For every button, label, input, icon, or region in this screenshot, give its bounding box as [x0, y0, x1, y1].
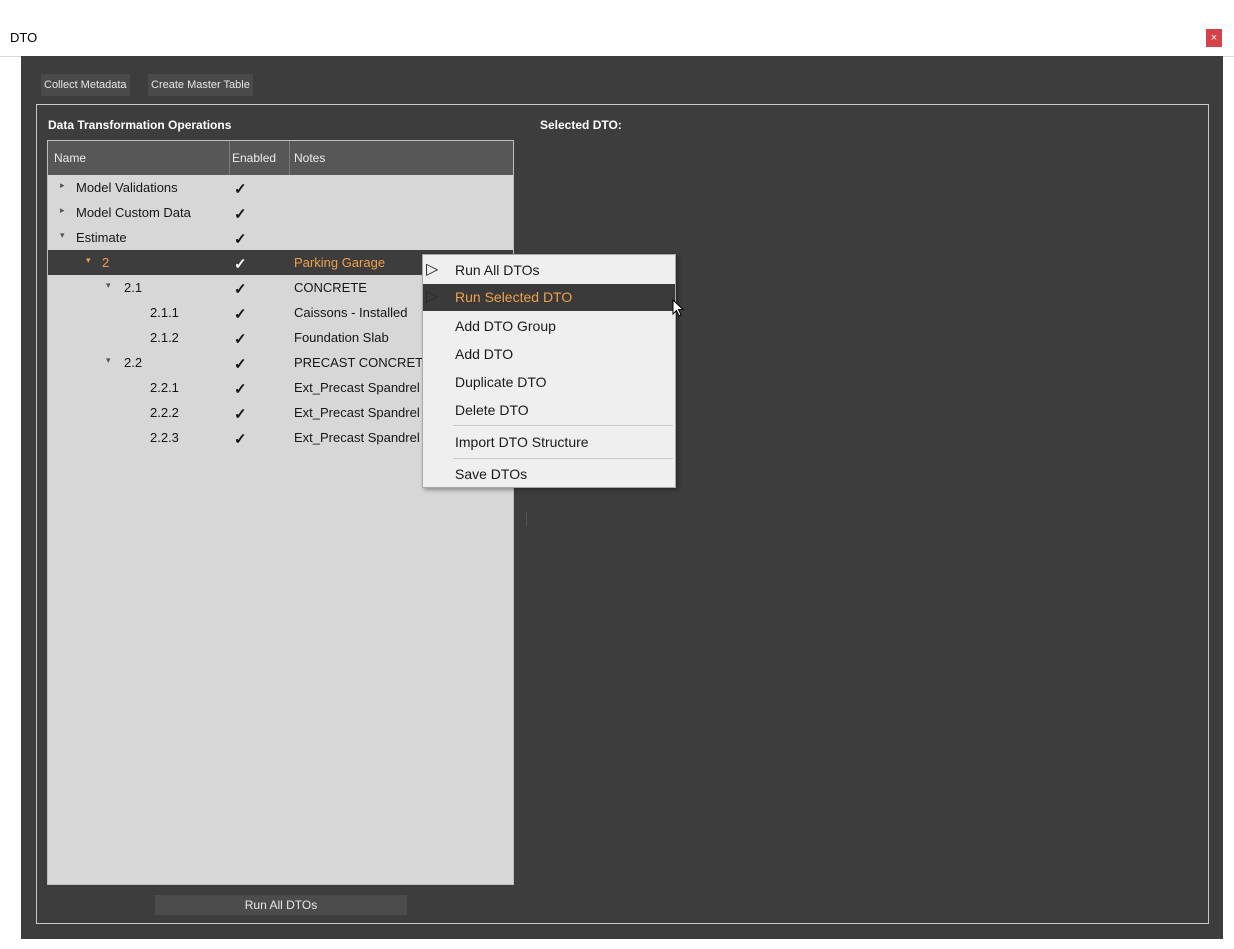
title-bar: DTO × [0, 0, 1234, 57]
tree-header: Name Enabled Notes [48, 141, 513, 175]
menu-item-label: Import DTO Structure [455, 434, 589, 450]
client-area: Collect Metadata Create Master Table Dat… [21, 56, 1223, 939]
row-name: 2 [102, 255, 110, 270]
expand-arrow-icon[interactable]: ▸ [60, 205, 65, 216]
context-menu: ▷ Run All DTOs ▷ Run Selected DTO Add DT… [422, 254, 676, 488]
tree-row-model-custom-data[interactable]: ▸ Model Custom Data ✓ [48, 200, 513, 225]
dto-tree[interactable]: Name Enabled Notes ▸ Model Validations ✓… [47, 140, 514, 885]
menu-item-run-selected-dto[interactable]: ▷ Run Selected DTO [423, 284, 675, 311]
row-notes: Ext_Precast Spandrel [294, 405, 420, 420]
row-notes: Parking Garage [294, 255, 386, 270]
column-divider[interactable] [289, 141, 290, 175]
splitter-grip[interactable] [526, 512, 527, 526]
window-title: DTO [10, 30, 38, 45]
row-notes: CONCRETE [294, 280, 367, 295]
expand-arrow-icon[interactable]: ▸ [60, 180, 65, 191]
collapse-arrow-icon[interactable]: ▾ [86, 255, 91, 266]
menu-item-label: Save DTOs [455, 466, 528, 482]
menu-item-add-dto-group[interactable]: Add DTO Group [423, 313, 675, 340]
col-header-name[interactable]: Name [54, 151, 86, 165]
menu-item-import-dto-structure[interactable]: Import DTO Structure [423, 429, 675, 456]
col-header-notes[interactable]: Notes [294, 151, 325, 165]
mouse-cursor-icon [672, 299, 685, 317]
row-name: Estimate [76, 230, 127, 245]
menu-item-add-dto[interactable]: Add DTO [423, 341, 675, 368]
row-name: 2.2.2 [150, 405, 179, 420]
column-divider[interactable] [229, 141, 230, 175]
menu-item-save-dtos[interactable]: Save DTOs [423, 461, 675, 488]
row-name: 2.2 [124, 355, 143, 370]
play-icon: ▷ [426, 288, 439, 305]
create-master-table-button[interactable]: Create Master Table [148, 74, 253, 96]
enabled-checkbox[interactable]: ✓ [234, 405, 247, 423]
enabled-checkbox[interactable]: ✓ [234, 305, 247, 323]
collapse-arrow-icon[interactable]: ▾ [106, 280, 111, 291]
dto-panel-title: Data Transformation Operations [48, 118, 232, 132]
tree-row-estimate[interactable]: ▾ Estimate ✓ [48, 225, 513, 250]
collapse-arrow-icon[interactable]: ▾ [106, 355, 111, 366]
run-all-dtos-button[interactable]: Run All DTOs [155, 895, 407, 915]
menu-separator [453, 458, 673, 459]
enabled-checkbox[interactable]: ✓ [234, 180, 247, 198]
menu-item-label: Duplicate DTO [455, 374, 547, 390]
menu-item-label: Delete DTO [455, 402, 529, 418]
row-notes: PRECAST CONCRETE [294, 355, 432, 370]
close-button[interactable]: × [1206, 29, 1222, 47]
enabled-checkbox[interactable]: ✓ [234, 430, 247, 448]
row-notes: Caissons - Installed [294, 305, 408, 320]
row-notes: Ext_Precast Spandrel [294, 430, 420, 445]
row-name: Model Validations [76, 180, 178, 195]
row-name: Model Custom Data [76, 205, 191, 220]
row-name: 2.1 [124, 280, 143, 295]
enabled-checkbox[interactable]: ✓ [234, 255, 247, 273]
menu-item-label: Run Selected DTO [455, 289, 573, 305]
collect-metadata-button[interactable]: Collect Metadata [41, 74, 130, 96]
col-header-enabled[interactable]: Enabled [232, 151, 276, 165]
row-notes: Ext_Precast Spandrel [294, 380, 420, 395]
menu-item-duplicate-dto[interactable]: Duplicate DTO [423, 369, 675, 396]
enabled-checkbox[interactable]: ✓ [234, 230, 247, 248]
close-icon: × [1210, 32, 1218, 44]
enabled-checkbox[interactable]: ✓ [234, 205, 247, 223]
tree-row-model-validations[interactable]: ▸ Model Validations ✓ [48, 175, 513, 200]
menu-item-label: Run All DTOs [455, 262, 540, 278]
row-name: 2.1.2 [150, 330, 179, 345]
row-name: 2.2.1 [150, 380, 179, 395]
row-notes: Foundation Slab [294, 330, 389, 345]
collapse-arrow-icon[interactable]: ▾ [60, 230, 65, 241]
row-name: 2.2.3 [150, 430, 179, 445]
menu-item-label: Add DTO Group [455, 318, 556, 334]
selected-dto-title: Selected DTO: [540, 118, 622, 132]
menu-item-delete-dto[interactable]: Delete DTO [423, 397, 675, 424]
play-icon: ▷ [426, 261, 439, 278]
enabled-checkbox[interactable]: ✓ [234, 330, 247, 348]
enabled-checkbox[interactable]: ✓ [234, 380, 247, 398]
enabled-checkbox[interactable]: ✓ [234, 355, 247, 373]
menu-item-label: Add DTO [455, 346, 514, 362]
row-name: 2.1.1 [150, 305, 179, 320]
enabled-checkbox[interactable]: ✓ [234, 280, 247, 298]
menu-separator [453, 425, 673, 426]
menu-item-run-all-dtos[interactable]: ▷ Run All DTOs [423, 257, 675, 284]
